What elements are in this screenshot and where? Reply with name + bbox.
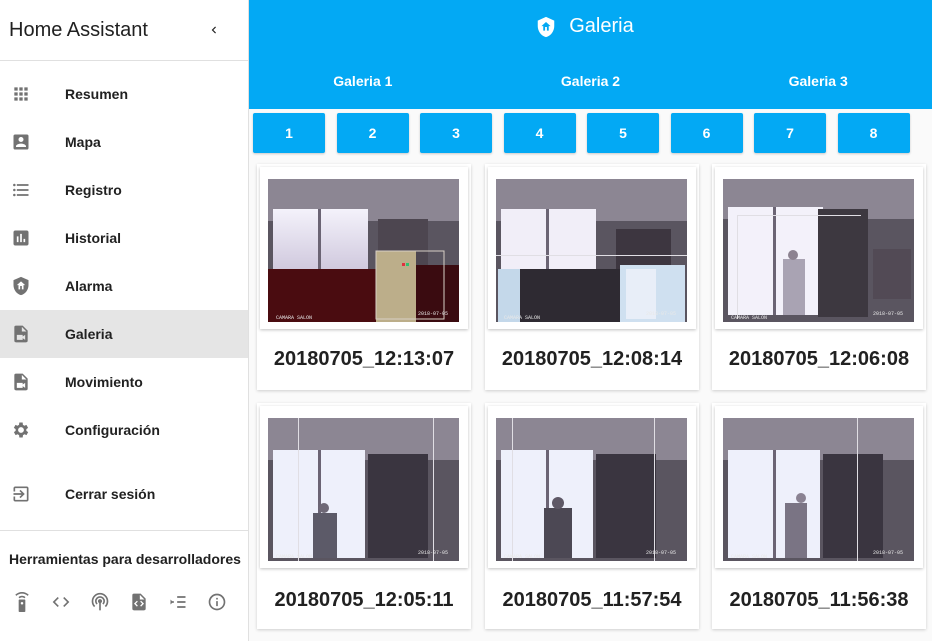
tab-galeria-3[interactable]: Galeria 3 bbox=[704, 73, 932, 89]
tab-galeria-1[interactable]: Galeria 1 bbox=[249, 73, 477, 89]
shield-home-icon bbox=[535, 16, 557, 38]
camera-snapshot[interactable]: CAMARA SALON 2018-07-05 bbox=[488, 406, 696, 568]
svg-text:2018-07-05: 2018-07-05 bbox=[873, 550, 903, 556]
tab-bar: Galeria 1 Galeria 2 Galeria 3 bbox=[249, 73, 932, 89]
camera-snapshot[interactable]: CAMARA SALON 2018-07-05 bbox=[715, 406, 923, 568]
svg-text:CAMARA SALON: CAMARA SALON bbox=[504, 315, 540, 321]
logout-button[interactable]: Cerrar sesión bbox=[0, 470, 248, 518]
remote-icon[interactable] bbox=[11, 591, 33, 613]
sidebar: Home Assistant Resumen Mapa Registro His… bbox=[0, 0, 249, 641]
logout-icon bbox=[10, 483, 32, 505]
page-button-5[interactable]: 5 bbox=[587, 113, 659, 153]
svg-text:2018-07-05: 2018-07-05 bbox=[646, 311, 676, 317]
sidebar-item-mapa[interactable]: Mapa bbox=[0, 118, 248, 166]
svg-text:CAMARA SALON: CAMARA SALON bbox=[731, 315, 767, 321]
snapshot-caption: 20180705_12:08:14 bbox=[501, 348, 683, 370]
gallery-card: CAMARA SALON 2018-07-05 20180705_12:06:0… bbox=[712, 164, 926, 390]
sidebar-item-galeria[interactable]: Galeria bbox=[0, 310, 248, 358]
page-button-8[interactable]: 8 bbox=[837, 113, 910, 153]
camera-snapshot[interactable]: CAMARA SALON 2018-07-05 bbox=[260, 406, 468, 568]
camera-image: CAMARA SALON 2018-07-05 bbox=[723, 418, 914, 561]
tab-galeria-2[interactable]: Galeria 2 bbox=[477, 73, 705, 89]
page-title-text: Galeria bbox=[569, 15, 634, 37]
file-code-icon[interactable] bbox=[128, 591, 150, 613]
sidebar-item-movimiento[interactable]: Movimiento bbox=[0, 358, 248, 406]
page-title: Galeria bbox=[249, 15, 932, 38]
sidebar-item-label: Galeria bbox=[65, 326, 113, 342]
camera-image: CAMARA SALON 2018-07-05 bbox=[496, 418, 687, 561]
page-button-6[interactable]: 6 bbox=[670, 113, 743, 153]
gallery-card: CAMARA SALON 2018-07-05 20180705_12:13:0… bbox=[257, 164, 471, 390]
svg-text:2018-07-05: 2018-07-05 bbox=[873, 311, 903, 317]
page-button-4[interactable]: 4 bbox=[503, 113, 576, 153]
dev-tools-title: Herramientas para desarrolladores bbox=[9, 551, 241, 567]
camera-image: CAMARA SALON 2018-07-05 bbox=[268, 179, 459, 322]
page-button-2[interactable]: 2 bbox=[336, 113, 409, 153]
app-header: Galeria Galeria 1 Galeria 2 Galeria 3 bbox=[249, 0, 932, 109]
sidebar-item-label: Configuración bbox=[65, 422, 160, 438]
sidebar-item-label: Alarma bbox=[65, 278, 113, 294]
sidebar-item-label: Registro bbox=[65, 182, 122, 198]
gallery-card: CAMARA SALON 2018-07-05 20180705_12:05:1… bbox=[257, 403, 471, 629]
sidebar-item-resumen[interactable]: Resumen bbox=[0, 70, 248, 118]
camera-image: CAMARA SALON 2018-07-05 bbox=[723, 179, 914, 322]
info-icon[interactable] bbox=[206, 591, 228, 613]
code-brackets-icon[interactable] bbox=[50, 591, 72, 613]
pager: 1 2 3 4 5 6 7 8 bbox=[253, 113, 921, 153]
shield-home-icon bbox=[10, 275, 32, 297]
format-list-icon[interactable] bbox=[167, 591, 189, 613]
app-title: Home Assistant bbox=[9, 18, 148, 41]
snapshot-caption: 20180705_12:13:07 bbox=[273, 348, 455, 370]
account-box-icon bbox=[10, 131, 32, 153]
sidebar-item-registro[interactable]: Registro bbox=[0, 166, 248, 214]
snapshot-caption: 20180705_12:05:11 bbox=[274, 589, 454, 611]
camera-snapshot[interactable]: CAMARA SALON 2018-07-05 bbox=[488, 167, 696, 329]
camera-image: CAMARA SALON 2018-07-05 bbox=[496, 179, 687, 322]
sidebar-header: Home Assistant bbox=[0, 0, 248, 61]
access-point-icon[interactable] bbox=[89, 591, 111, 613]
gear-icon bbox=[10, 419, 32, 441]
sidebar-item-historial[interactable]: Historial bbox=[0, 214, 248, 262]
gallery-card: CAMARA SALON 2018-07-05 20180705_12:08:1… bbox=[485, 164, 699, 390]
svg-text:CAMARA SALON: CAMARA SALON bbox=[276, 554, 312, 560]
gallery-card: CAMARA SALON 2018-07-05 20180705_11:56:3… bbox=[712, 403, 926, 629]
svg-text:2018-07-05: 2018-07-05 bbox=[646, 550, 676, 556]
sidebar-menu: Resumen Mapa Registro Historial Alarma G… bbox=[0, 61, 248, 518]
camera-snapshot[interactable]: CAMARA SALON 2018-07-05 bbox=[715, 167, 923, 329]
sidebar-item-label: Mapa bbox=[65, 134, 101, 150]
snapshot-caption: 20180705_12:06:08 bbox=[728, 348, 910, 370]
svg-text:CAMARA SALON: CAMARA SALON bbox=[276, 315, 312, 321]
format-list-icon bbox=[10, 179, 32, 201]
page-button-7[interactable]: 7 bbox=[754, 113, 826, 153]
svg-text:CAMARA SALON: CAMARA SALON bbox=[504, 554, 540, 560]
page-button-1[interactable]: 1 bbox=[253, 113, 325, 153]
page-button-3[interactable]: 3 bbox=[420, 113, 492, 153]
camera-snapshot[interactable]: CAMARA SALON 2018-07-05 bbox=[260, 167, 468, 329]
svg-text:2018-07-05: 2018-07-05 bbox=[418, 311, 448, 317]
svg-text:CAMARA SALON: CAMARA SALON bbox=[731, 554, 767, 560]
camera-image: CAMARA SALON 2018-07-05 bbox=[268, 418, 459, 561]
snapshot-caption: 20180705_11:56:38 bbox=[729, 589, 909, 611]
file-video-icon bbox=[10, 323, 32, 345]
sidebar-item-label: Resumen bbox=[65, 86, 129, 102]
sidebar-item-label: Movimiento bbox=[65, 374, 143, 390]
sidebar-item-configuracion[interactable]: Configuración bbox=[0, 406, 248, 454]
sidebar-item-alarma[interactable]: Alarma bbox=[0, 262, 248, 310]
snapshot-caption: 20180705_11:57:54 bbox=[502, 589, 682, 611]
chevron-left-icon[interactable] bbox=[202, 18, 226, 42]
apps-grid-icon bbox=[10, 83, 32, 105]
sidebar-item-label: Historial bbox=[65, 230, 122, 246]
gallery-card: CAMARA SALON 2018-07-05 20180705_11:57:5… bbox=[485, 403, 699, 629]
dev-tools-bar bbox=[0, 567, 248, 613]
chart-bar-icon bbox=[10, 227, 32, 249]
svg-text:2018-07-05: 2018-07-05 bbox=[418, 550, 448, 556]
file-video-icon bbox=[10, 371, 32, 393]
logout-label: Cerrar sesión bbox=[65, 486, 156, 502]
